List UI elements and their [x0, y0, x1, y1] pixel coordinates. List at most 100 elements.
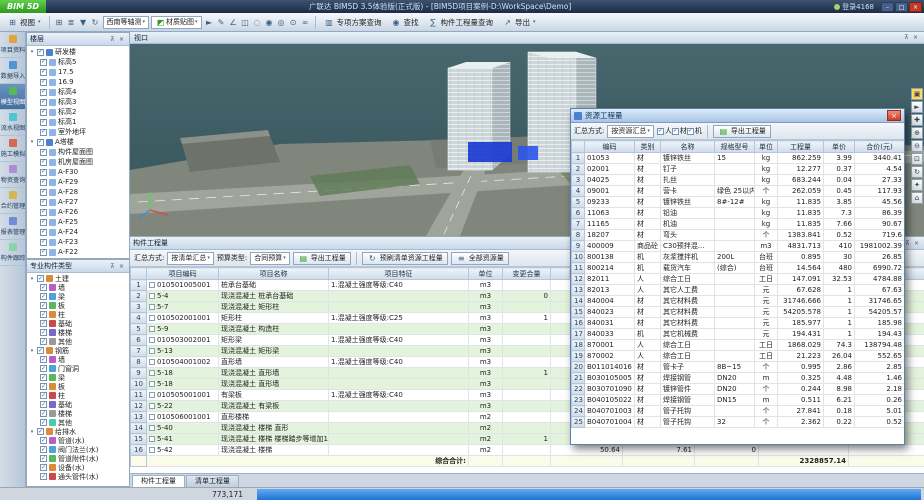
tree-item[interactable]: ✓16.9 — [27, 77, 129, 87]
close-icon[interactable]: × — [117, 36, 126, 43]
tree-item[interactable]: ✓标高2 — [27, 107, 129, 117]
tree-item[interactable]: ✓板 — [27, 301, 129, 310]
expander-icon[interactable]: ▾ — [29, 429, 35, 435]
row-checkbox[interactable] — [149, 326, 155, 332]
view-cube-button[interactable]: ▣ — [911, 88, 923, 100]
resource-filter-人[interactable]: ✓人 — [657, 126, 672, 136]
checkbox[interactable]: ✓ — [40, 410, 47, 417]
expander-icon[interactable]: ▾ — [29, 348, 35, 354]
checkbox[interactable]: ✓ — [37, 275, 44, 282]
pan-hand-button[interactable]: ✚ — [911, 114, 923, 126]
table-row[interactable]: 17840033机其它机械费元194.4311194.43 — [572, 329, 905, 340]
measure-icon[interactable]: ∠ — [228, 17, 239, 28]
summary-mode-select[interactable]: 按清单汇总 ▾ — [167, 252, 214, 265]
checkbox[interactable]: ✓ — [687, 128, 694, 135]
checkbox[interactable]: ✓ — [40, 338, 47, 345]
tree-item[interactable]: ✓机房屋面图 — [27, 157, 129, 167]
table-row[interactable]: 101053材镀锌铁丝15kg862.2593.993440.41 — [572, 153, 905, 164]
tree-item[interactable]: ✓其他 — [27, 337, 129, 346]
walk-button[interactable]: ✦ — [911, 179, 923, 191]
nav-tab-5[interactable]: 物资查询 — [0, 162, 25, 188]
column-header[interactable]: 工程量 — [778, 141, 824, 153]
row-checkbox[interactable] — [149, 436, 155, 442]
table-row[interactable]: 509233材镀锌铁丝8#-12#kg11.8353.8545.56 — [572, 197, 905, 208]
row-checkbox[interactable] — [149, 337, 155, 343]
table-row[interactable]: 611063材铅油kg11.8357.386.39 — [572, 208, 905, 219]
tab-0[interactable]: 构件工程量 — [132, 475, 185, 487]
paint-icon[interactable]: ✎ — [216, 17, 227, 28]
tree-group[interactable]: ▾✓钢筋 — [27, 346, 129, 355]
close-icon[interactable]: × — [117, 263, 126, 270]
tree-item[interactable]: ✓标高3 — [27, 97, 129, 107]
close-icon[interactable]: × — [911, 34, 920, 41]
row-checkbox[interactable] — [149, 315, 155, 321]
close-button[interactable]: × — [887, 110, 901, 121]
tree-item[interactable]: ✓A-F27 — [27, 197, 129, 207]
resource-window-titlebar[interactable]: 资源工程量 × — [571, 109, 904, 123]
checkbox[interactable]: ✓ — [40, 464, 47, 471]
toolbar-action-export[interactable]: ↗导出▾ — [498, 15, 540, 30]
row-checkbox[interactable] — [149, 414, 155, 420]
checkbox[interactable]: ✓ — [40, 119, 47, 126]
checkbox[interactable]: ✓ — [40, 129, 47, 136]
column-header[interactable]: 项目特征 — [329, 268, 469, 280]
table-row[interactable]: 1282011人综合工日工日147.09132.534784.88 — [572, 274, 905, 285]
refresh-icon[interactable]: ↻ — [90, 17, 101, 28]
expander-icon[interactable]: ▾ — [29, 139, 35, 145]
resource-filter-机[interactable]: ✓机 — [687, 126, 702, 136]
tree-item[interactable]: ✓A-F30 — [27, 167, 129, 177]
row-checkbox[interactable] — [149, 403, 155, 409]
nav-tab-3[interactable]: 流水视图 — [0, 110, 25, 136]
hide-icon[interactable]: ◌ — [252, 17, 263, 28]
checkbox[interactable]: ✓ — [37, 139, 44, 146]
tab-1[interactable]: 清单工程量 — [186, 475, 239, 487]
link-icon[interactable]: ∞ — [300, 17, 311, 28]
checkbox[interactable]: ✓ — [40, 219, 47, 226]
tree-item[interactable]: ✓A-F28 — [27, 187, 129, 197]
expander-icon[interactable]: ▾ — [29, 49, 35, 55]
column-header[interactable]: 规格型号 — [715, 141, 755, 153]
column-header[interactable]: 类别 — [635, 141, 661, 153]
table-row[interactable]: 711165材机油kg11.8357.6690.67 — [572, 219, 905, 230]
checkbox[interactable]: ✓ — [40, 365, 47, 372]
checkbox[interactable]: ✓ — [40, 320, 47, 327]
checkbox[interactable]: ✓ — [40, 302, 47, 309]
row-checkbox[interactable] — [149, 370, 155, 376]
select-cursor-icon[interactable]: ► — [204, 17, 215, 28]
nav-tab-6[interactable]: 合约管理 — [0, 188, 25, 214]
checkbox[interactable]: ✓ — [40, 169, 47, 176]
tree-item[interactable]: ✓A-F29 — [27, 177, 129, 187]
tree-group[interactable]: ▾✓土建 — [27, 274, 129, 283]
table-row[interactable]: 11800214机载货汽车(综合)台班14.5644806990.72 — [572, 263, 905, 274]
nav-tab-1[interactable]: 数据导入 — [0, 58, 25, 84]
tree-item[interactable]: ✓A-F24 — [27, 227, 129, 237]
checkbox[interactable]: ✓ — [40, 149, 47, 156]
row-checkbox[interactable] — [149, 392, 155, 398]
checkbox[interactable]: ✓ — [40, 69, 47, 76]
section-icon[interactable]: ◫ — [240, 17, 251, 28]
tree-item[interactable]: ✓板 — [27, 382, 129, 391]
tree-item[interactable]: ✓17.5 — [27, 67, 129, 77]
minimize-button[interactable]: – — [881, 2, 894, 12]
tree-item[interactable]: ✓构件屋面图 — [27, 147, 129, 157]
tree-item[interactable]: ✓标高5 — [27, 57, 129, 67]
column-header[interactable]: 项目编码 — [147, 268, 219, 280]
table-row[interactable]: 25B040701004材管子托钩32个2.3620.220.52 — [572, 417, 905, 428]
zoom-out-button[interactable]: ⊖ — [911, 140, 923, 152]
column-header[interactable]: 单位 — [755, 141, 778, 153]
table-row[interactable]: 1382013人其它人工费元67.628167.63 — [572, 285, 905, 296]
nav-tab-8[interactable]: 构件跟踪 — [0, 240, 25, 266]
resource-summary-select[interactable]: 按资源汇总 ▾ — [607, 125, 654, 138]
export-quantity-button[interactable]: ▤ 导出工程量 — [293, 252, 351, 265]
close-icon[interactable]: × — [912, 240, 921, 247]
column-header[interactable]: 变更合量 — [503, 268, 551, 280]
row-checkbox[interactable] — [149, 282, 155, 288]
table-row[interactable]: 24B040701003材管子托钩个27.8410.185.01 — [572, 406, 905, 417]
tree-item[interactable]: ✓楼梯 — [27, 328, 129, 337]
checkbox[interactable]: ✓ — [657, 128, 664, 135]
tree-item[interactable]: ✓A-F23 — [27, 237, 129, 247]
filter-icon[interactable]: ▼ — [78, 17, 89, 28]
checkbox[interactable]: ✓ — [40, 249, 47, 256]
checkbox[interactable]: ✓ — [40, 159, 47, 166]
column-header[interactable]: 合价(元) — [855, 141, 905, 153]
